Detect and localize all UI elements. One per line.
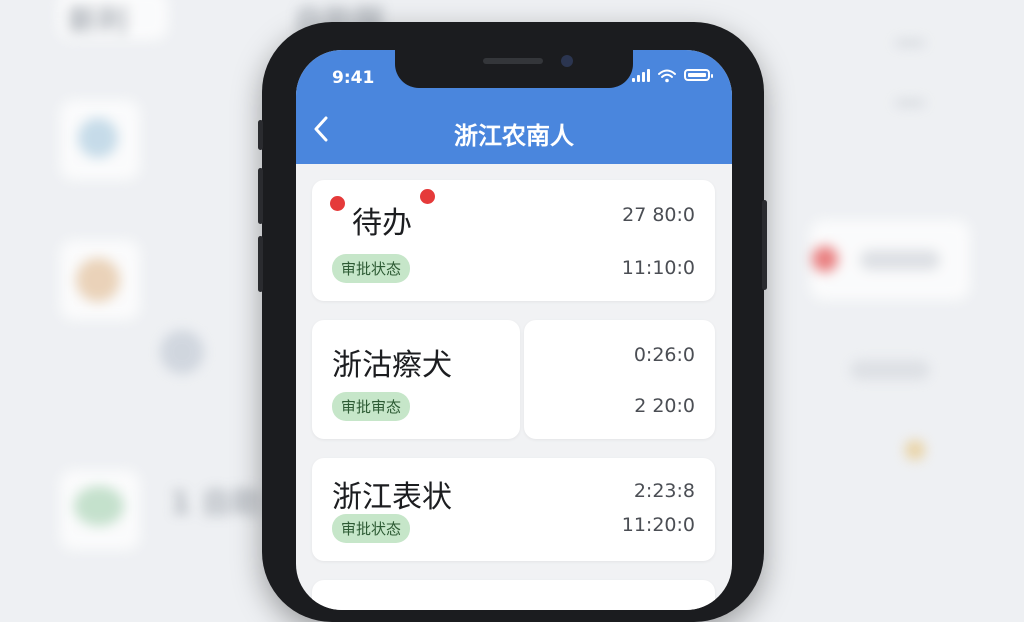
signal-icon: [632, 68, 650, 82]
card-time-bottom: 2 20:0: [634, 395, 695, 417]
task-card[interactable]: 浙沽瘵犬 审批审态: [312, 320, 520, 439]
card-time-bottom: 11:20:0: [621, 514, 695, 536]
task-card-partial[interactable]: [312, 580, 715, 610]
card-title: 待办: [352, 206, 412, 241]
card-time-top: 2:23:8: [633, 480, 695, 502]
phone-volume-down-button: [258, 236, 263, 292]
status-badge: 审批审态: [332, 392, 411, 421]
phone-volume-up-button: [258, 168, 263, 224]
task-card-times[interactable]: 0:26:0 2 20:0: [524, 320, 715, 439]
notification-dot: [420, 189, 435, 204]
bg-text-top-left: 新利: [68, 4, 128, 39]
phone-screen: 9:41 浙江农南人 待办 27 80:0 审批状态 11:10:0 浙沽瘵犬 …: [296, 50, 732, 610]
card-time-bottom: 11:10:0: [621, 257, 695, 279]
phone-notch: [395, 50, 633, 88]
phone-mute-switch: [258, 120, 263, 150]
card-title: 浙江表状: [332, 480, 452, 515]
status-icons: [632, 68, 713, 83]
status-badge: 审批状态: [332, 254, 411, 283]
task-card[interactable]: 浙江表状 2:23:8 审批状态 11:20:0: [312, 458, 715, 561]
bg-text-bottom-left: 1 自助: [170, 486, 262, 521]
front-camera: [561, 55, 573, 67]
notification-dot: [330, 196, 345, 211]
speaker-grille: [483, 58, 543, 64]
phone-power-button: [762, 200, 767, 290]
status-time: 9:41: [332, 68, 375, 88]
card-time-top: 0:26:0: [633, 344, 695, 366]
task-card[interactable]: 待办 27 80:0 审批状态 11:10:0: [312, 180, 715, 301]
card-title: 浙沽瘵犬: [332, 348, 452, 383]
card-time-top: 27 80:0: [622, 204, 695, 226]
page-title: 浙江农南人: [454, 122, 574, 150]
status-badge: 审批状态: [332, 514, 411, 543]
battery-icon: [684, 69, 713, 81]
wifi-icon: [658, 68, 676, 83]
